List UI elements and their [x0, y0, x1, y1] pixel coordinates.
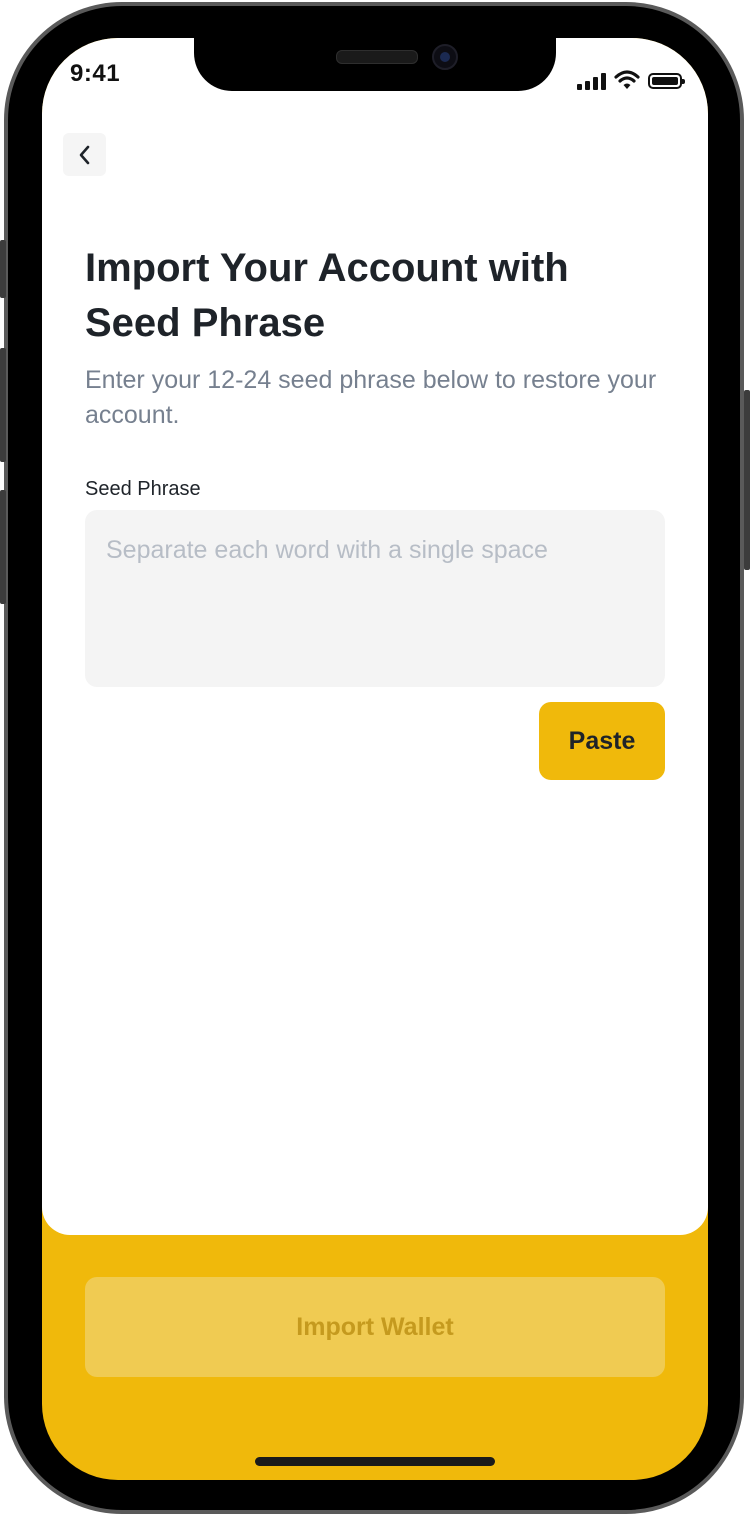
power-button [744, 390, 750, 570]
volume-down-button [0, 490, 6, 604]
wifi-icon [614, 70, 640, 89]
mute-switch [0, 240, 6, 298]
chevron-left-icon [79, 145, 89, 164]
page-title: Import Your Account with Seed Phrase [85, 246, 569, 345]
status-icons [577, 66, 685, 90]
seed-phrase-input[interactable] [85, 510, 665, 687]
earpiece-speaker [336, 50, 418, 64]
notch [194, 38, 556, 91]
volume-up-button [0, 348, 6, 462]
front-camera-icon [432, 44, 458, 70]
home-indicator[interactable] [255, 1457, 495, 1466]
page-subtitle: Enter your 12-24 seed phrase below to re… [85, 366, 657, 429]
paste-button[interactable]: Paste [539, 702, 665, 780]
status-time: 9:41 [70, 60, 121, 87]
content-card: 9:41 Import Your Account with Seed Phras… [42, 38, 708, 1235]
phone-screen: 9:41 Import Your Account with Seed Phras… [42, 38, 708, 1480]
seed-phrase-label: Seed Phrase [85, 478, 201, 500]
cellular-signal-icon [577, 72, 606, 90]
back-button[interactable] [63, 133, 106, 176]
battery-icon [648, 73, 685, 89]
import-wallet-button[interactable]: Import Wallet [85, 1277, 665, 1377]
